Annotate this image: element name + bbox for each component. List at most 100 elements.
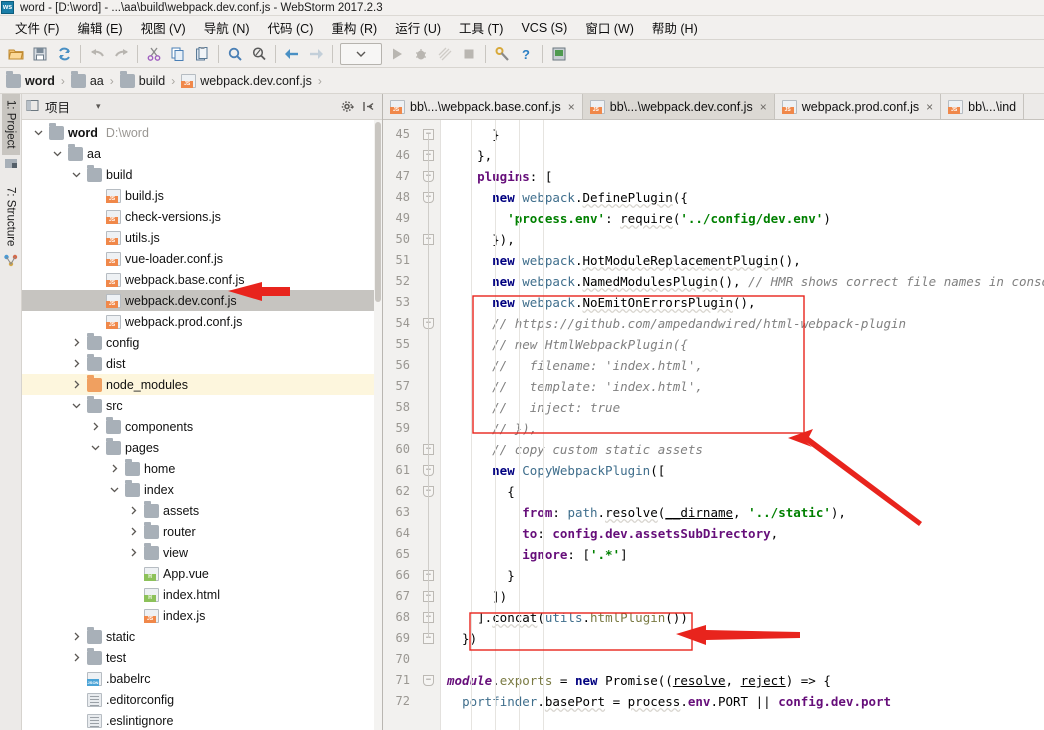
redo-icon[interactable] (109, 42, 133, 66)
code-line[interactable]: }), (441, 229, 1044, 250)
menu-window[interactable]: 窗口 (W) (576, 16, 643, 39)
menu-edit[interactable]: 编辑 (E) (68, 16, 131, 39)
code-line[interactable]: }) (441, 628, 1044, 649)
code-line[interactable]: ].concat(utils.htmlPlugin()) (441, 607, 1044, 628)
debug-icon[interactable] (409, 42, 433, 66)
chevron-right-icon[interactable] (70, 378, 83, 391)
tree-item[interactable]: home (22, 458, 382, 479)
editor-tab-webpack-dev[interactable]: bb\...\webpack.dev.conf.js × (582, 94, 775, 119)
menu-run[interactable]: 运行 (U) (386, 16, 450, 39)
code-line[interactable]: to: config.dev.assetsSubDirectory, (441, 523, 1044, 544)
close-icon[interactable]: × (760, 100, 767, 114)
code-line[interactable]: // }), (441, 418, 1044, 439)
breadcrumb-item-file[interactable]: webpack.dev.conf.js (181, 73, 312, 88)
code-editor[interactable]: 45 46 47 48 49 50 51 52 53 54 55 56 57 58 59 60 61 62 63 64… (383, 120, 1044, 730)
code-line[interactable]: // https://github.com/ampedandwired/html… (441, 313, 1044, 334)
tree-item[interactable]: App.vue (22, 563, 382, 584)
menu-navigate[interactable]: 导航 (N) (195, 16, 259, 39)
chevron-right-icon[interactable] (108, 462, 121, 475)
paste-icon[interactable] (190, 42, 214, 66)
chevron-right-icon[interactable] (127, 504, 140, 517)
tree-scrollbar[interactable] (374, 120, 382, 730)
forward-icon[interactable] (304, 42, 328, 66)
code-line[interactable]: 'process.env': require('../config/dev.en… (441, 208, 1044, 229)
menu-help[interactable]: 帮助 (H) (643, 16, 707, 39)
chevron-down-icon[interactable] (32, 126, 45, 139)
undo-icon[interactable] (85, 42, 109, 66)
help-icon[interactable]: ? (514, 42, 538, 66)
back-icon[interactable] (280, 42, 304, 66)
tree-item[interactable]: index.js (22, 605, 382, 626)
tree-item[interactable]: static (22, 626, 382, 647)
code-line[interactable]: new webpack.NoEmitOnErrorsPlugin(), (441, 292, 1044, 313)
chevron-right-icon[interactable] (70, 336, 83, 349)
tree-item[interactable]: index (22, 479, 382, 500)
chevron-down-icon[interactable] (89, 441, 102, 454)
chevron-down-icon[interactable] (70, 399, 83, 412)
breadcrumb-item-aa[interactable]: aa (70, 70, 104, 88)
code-line[interactable]: } (441, 124, 1044, 145)
code-folding-gutter[interactable]: −−−−−−−−−−−−−− (417, 120, 441, 730)
code-text-area[interactable]: } }, plugins: [ new webpack.DefinePlugin… (441, 120, 1044, 730)
code-line[interactable]: // template: 'index.html', (441, 376, 1044, 397)
tree-item[interactable]: .editorconfig (22, 689, 382, 710)
chevron-right-icon[interactable] (70, 630, 83, 643)
tree-item[interactable]: webpack.base.conf.js (22, 269, 382, 290)
code-line[interactable]: // filename: 'index.html', (441, 355, 1044, 376)
tree-item[interactable]: vue-loader.conf.js (22, 248, 382, 269)
code-line[interactable]: plugins: [ (441, 166, 1044, 187)
editor-tab-index[interactable]: bb\...\ind (941, 94, 1025, 119)
close-icon[interactable]: × (926, 100, 933, 114)
code-line[interactable]: new CopyWebpackPlugin([ (441, 460, 1044, 481)
code-line[interactable]: new webpack.NamedModulesPlugin(), // HMR… (441, 271, 1044, 292)
chevron-down-icon[interactable] (70, 168, 83, 181)
code-line[interactable]: from: path.resolve(__dirname, '../static… (441, 502, 1044, 523)
tree-item[interactable]: test (22, 647, 382, 668)
code-line[interactable]: new webpack.DefinePlugin({ (441, 187, 1044, 208)
editor-tab-webpack-base[interactable]: bb\...\webpack.base.conf.js × (383, 94, 583, 119)
menu-tools[interactable]: 工具 (T) (450, 16, 512, 39)
tree-item[interactable]: .babelrc (22, 668, 382, 689)
chevron-right-icon[interactable] (127, 546, 140, 559)
code-line[interactable]: }, (441, 145, 1044, 166)
tree-item[interactable]: components (22, 416, 382, 437)
toolwindow-tab-project[interactable]: 1: Project (1, 94, 20, 155)
tree-item[interactable]: build (22, 164, 382, 185)
tree-item[interactable]: aa (22, 143, 382, 164)
chevron-right-icon[interactable] (70, 651, 83, 664)
code-line[interactable]: // inject: true (441, 397, 1044, 418)
chevron-right-icon[interactable] (127, 525, 140, 538)
menu-vcs[interactable]: VCS (S) (512, 19, 576, 37)
tree-item[interactable]: word D:\word (22, 122, 382, 143)
chevron-right-icon[interactable] (70, 357, 83, 370)
tree-scrollbar-thumb[interactable] (375, 122, 381, 302)
tree-item[interactable]: .eslintignore (22, 710, 382, 730)
tree-item[interactable]: assets (22, 500, 382, 521)
tree-item[interactable]: node_modules (22, 374, 382, 395)
menu-view[interactable]: 视图 (V) (132, 16, 195, 39)
code-line[interactable]: ignore: ['.*'] (441, 544, 1044, 565)
tree-item[interactable]: webpack.dev.conf.js (22, 290, 382, 311)
copy-icon[interactable] (166, 42, 190, 66)
tree-item[interactable]: config (22, 332, 382, 353)
tree-item[interactable]: webpack.prod.conf.js (22, 311, 382, 332)
sync-icon[interactable] (52, 42, 76, 66)
fold-marker-icon[interactable]: − (423, 675, 434, 686)
code-line[interactable]: } (441, 565, 1044, 586)
database-icon[interactable] (547, 42, 571, 66)
menu-file[interactable]: 文件 (F) (6, 16, 68, 39)
tree-item[interactable]: pages (22, 437, 382, 458)
run-icon[interactable] (385, 42, 409, 66)
code-line[interactable]: // new HtmlWebpackPlugin({ (441, 334, 1044, 355)
breadcrumb-item-word[interactable]: word (6, 70, 55, 88)
breadcrumb-item-build[interactable]: build (119, 70, 165, 88)
open-folder-icon[interactable] (4, 42, 28, 66)
chevron-down-icon[interactable] (108, 483, 121, 496)
cut-icon[interactable] (142, 42, 166, 66)
code-line[interactable]: { (441, 481, 1044, 502)
tree-item[interactable]: build.js (22, 185, 382, 206)
replace-icon[interactable] (247, 42, 271, 66)
tree-item[interactable]: view (22, 542, 382, 563)
code-line[interactable]: new webpack.HotModuleReplacementPlugin()… (441, 250, 1044, 271)
code-line[interactable]: // copy custom static assets (441, 439, 1044, 460)
